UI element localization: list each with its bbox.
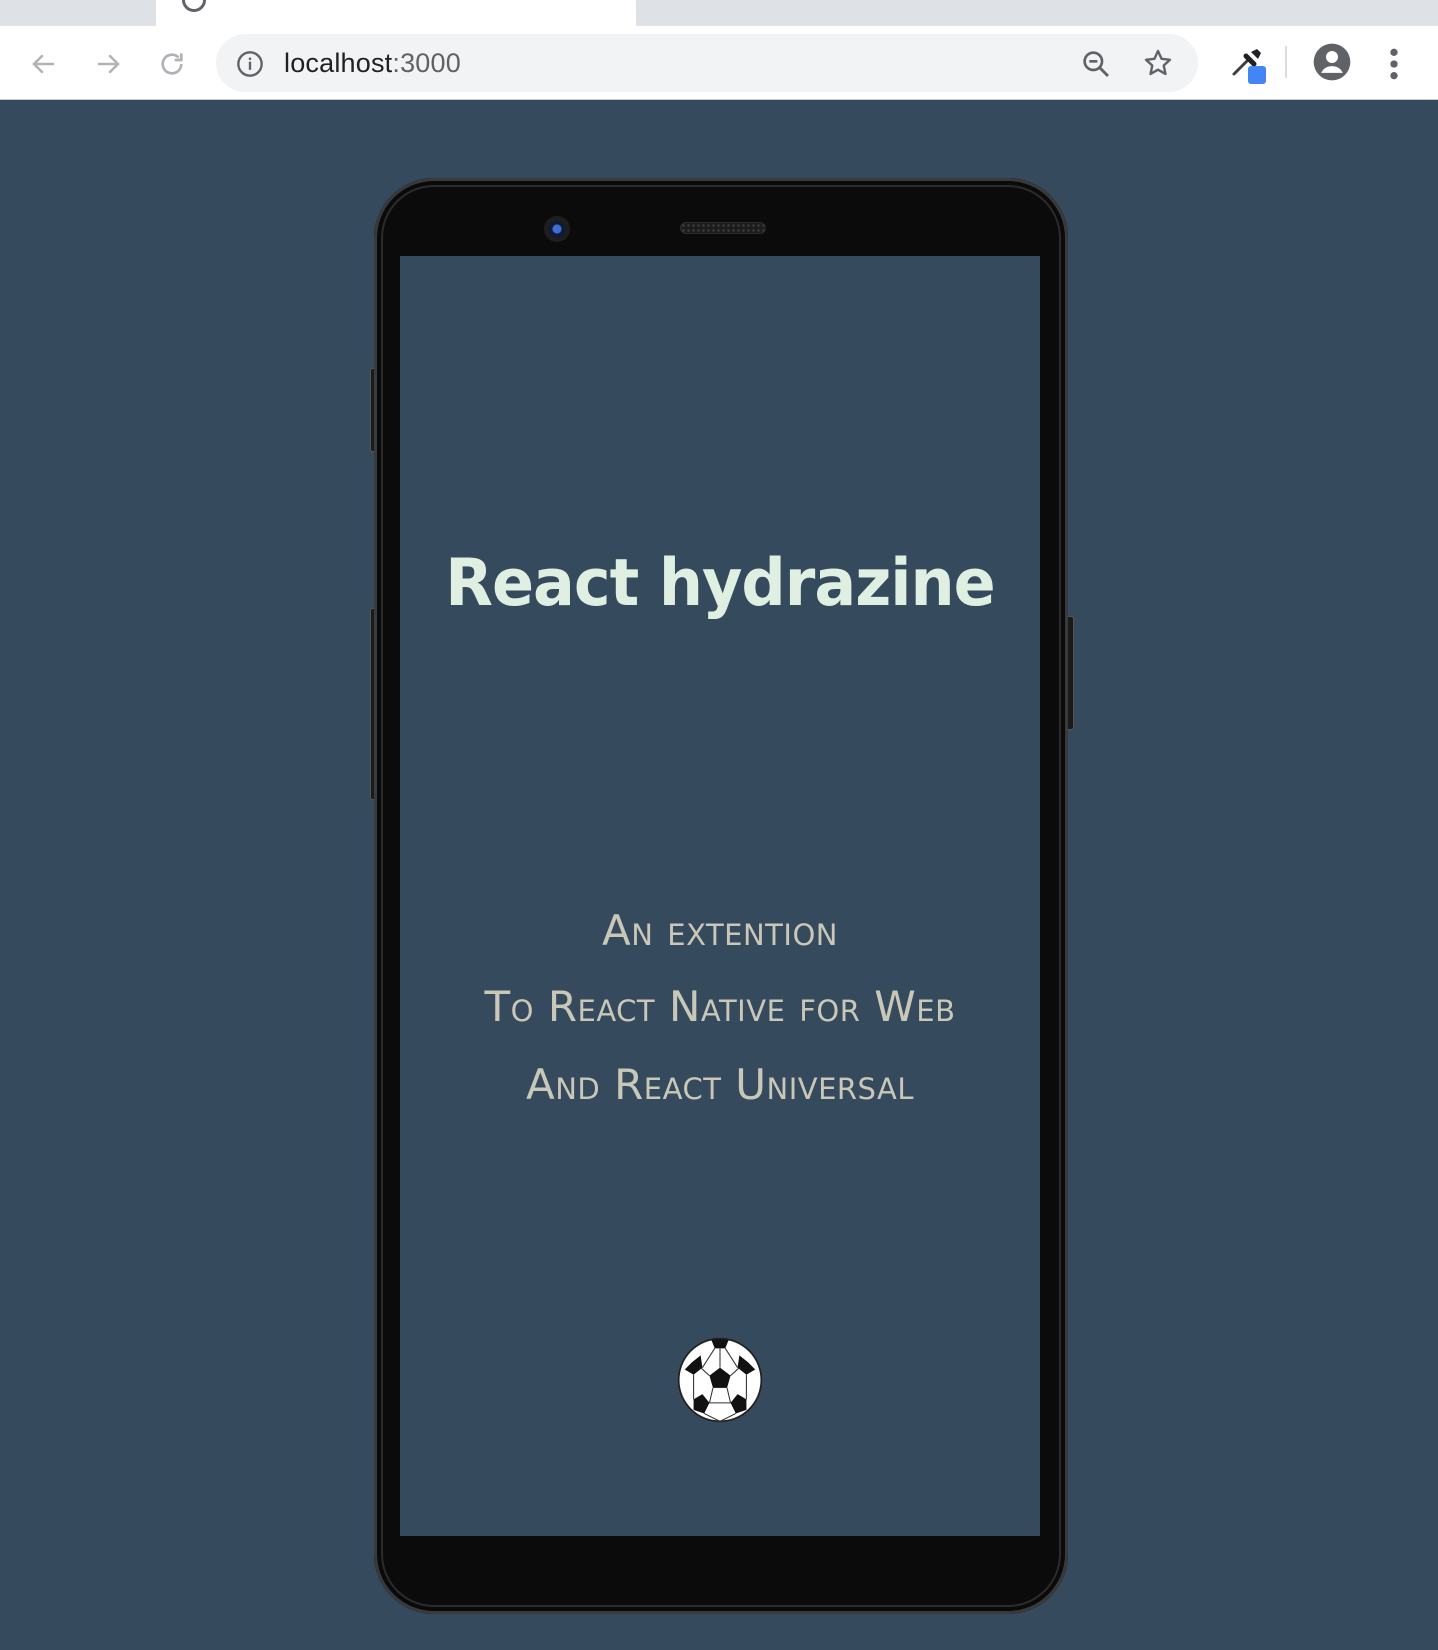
tagline-line-2: To React Native for Web xyxy=(484,982,956,1031)
arrow-right-icon xyxy=(98,54,120,74)
zoom-out-icon[interactable] xyxy=(1080,48,1112,80)
info-icon[interactable] xyxy=(236,50,264,78)
back-button[interactable] xyxy=(24,44,64,84)
url-text[interactable]: localhost:3000 xyxy=(284,34,461,92)
url-host: localhost xyxy=(284,48,393,78)
app-screen: React hydrazine An extention To React Na… xyxy=(400,256,1040,1536)
forward-button[interactable] xyxy=(88,44,128,84)
reload-button[interactable] xyxy=(152,44,192,84)
tagline-line-1: An extention xyxy=(602,906,838,955)
address-bar[interactable]: localhost:3000 xyxy=(216,34,1198,92)
account-icon[interactable] xyxy=(1312,42,1352,82)
app-title: React hydrazine xyxy=(445,544,995,621)
url-port: :3000 xyxy=(392,48,461,78)
phone-frame: React hydrazine An extention To React Na… xyxy=(374,178,1068,1614)
reload-icon xyxy=(161,53,183,75)
kebab-menu-icon[interactable] xyxy=(1386,44,1402,84)
tagline-line-3: And React Universal xyxy=(526,1060,914,1109)
earpiece-speaker xyxy=(680,222,766,234)
browser-toolbar: localhost:3000 xyxy=(0,26,1438,100)
tab-strip xyxy=(0,0,1438,26)
toolbar-divider xyxy=(1285,46,1287,78)
front-camera xyxy=(544,216,570,242)
soccer-ball-icon xyxy=(677,1337,763,1423)
tab-next[interactable] xyxy=(636,0,1438,26)
eyedropper-icon[interactable] xyxy=(1228,44,1270,86)
star-icon[interactable] xyxy=(1142,47,1174,79)
arrow-left-icon xyxy=(32,54,54,74)
tab-previous[interactable] xyxy=(0,0,156,26)
tab-active[interactable] xyxy=(156,0,636,26)
